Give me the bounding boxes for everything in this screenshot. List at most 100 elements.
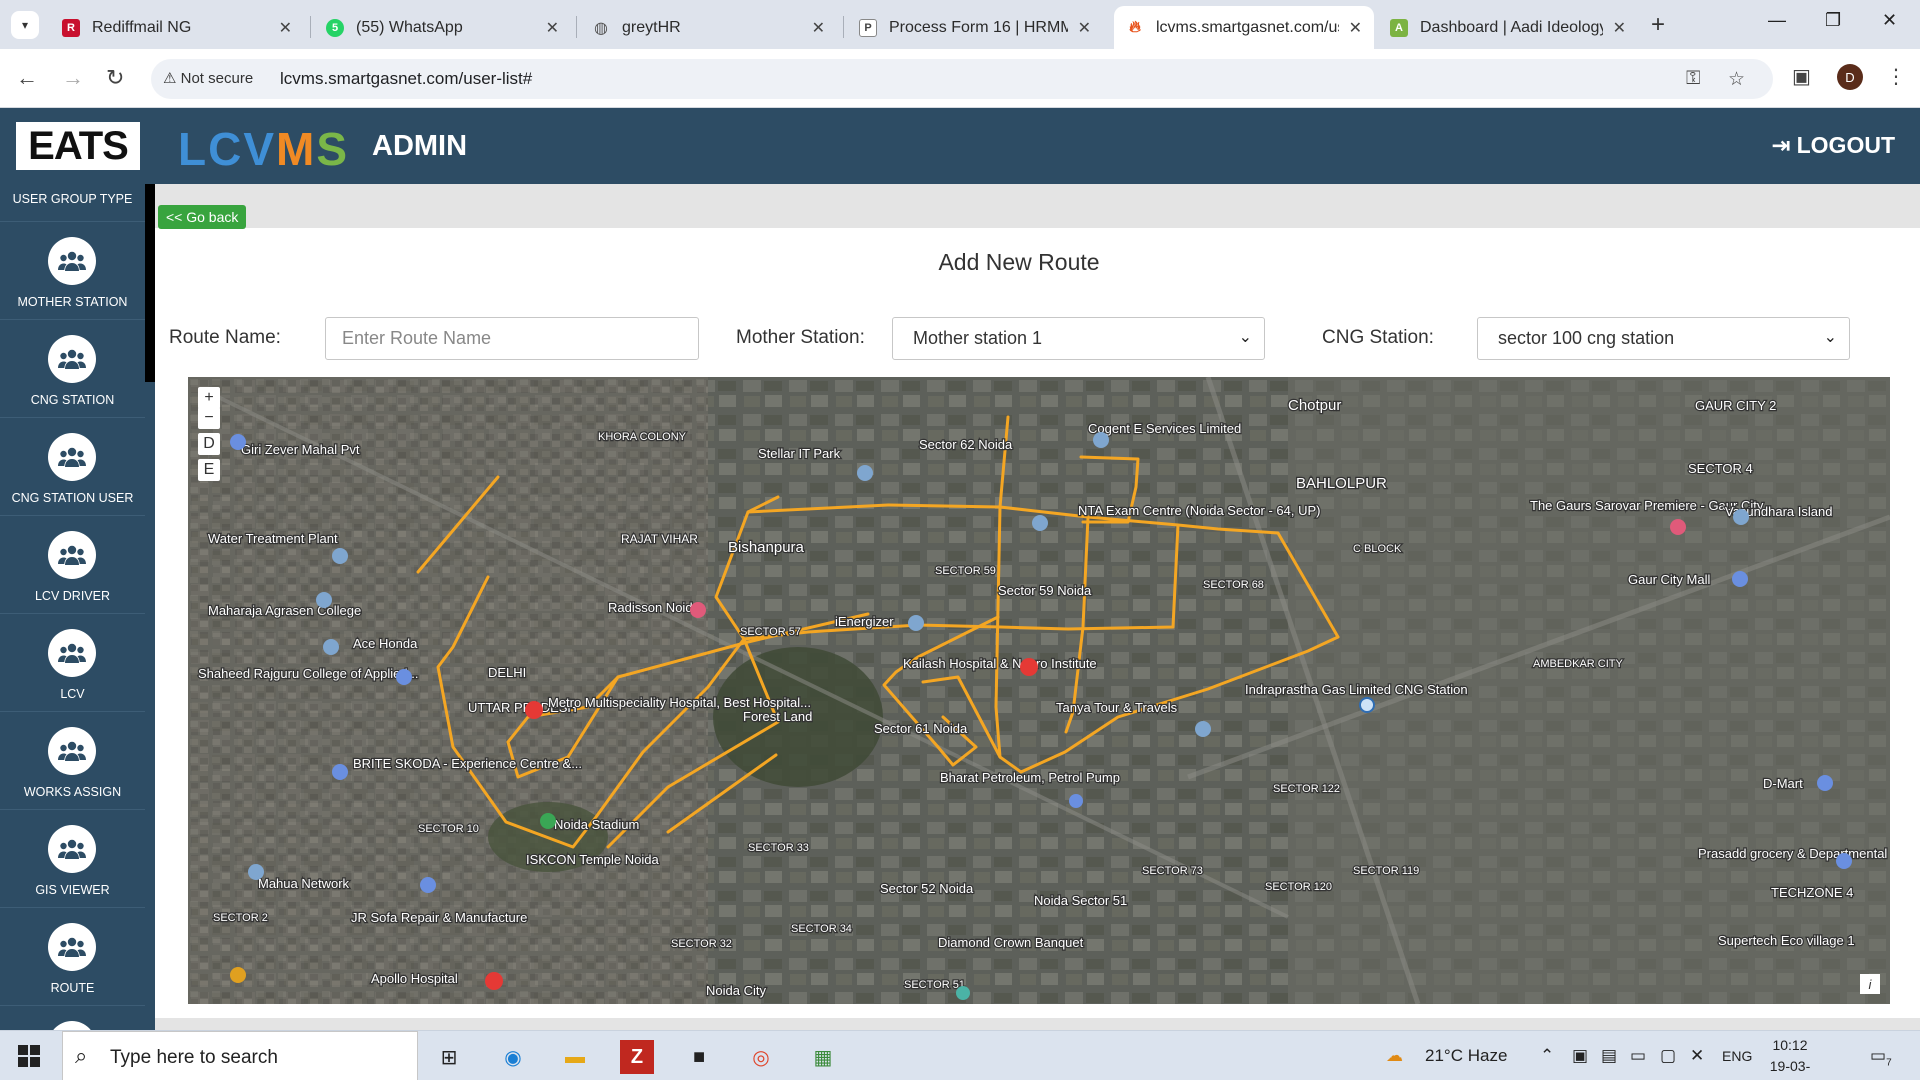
weather-text[interactable]: 21°C Haze — [1425, 1046, 1507, 1066]
file-explorer-icon[interactable]: ▬ — [558, 1040, 592, 1074]
hospital-pin-icon — [485, 972, 503, 990]
zoom-out-button[interactable]: − — [198, 407, 220, 429]
rediffmail-icon: R — [62, 18, 80, 37]
users-group-icon — [48, 237, 96, 285]
go-back-button[interactable]: << Go back — [158, 205, 247, 229]
new-tab-button[interactable]: + — [1651, 11, 1665, 39]
map-label: Prasadd grocery & Departmental Store — [1698, 846, 1890, 861]
route-name-input[interactable] — [325, 317, 699, 360]
sidebar-item-cng-station[interactable]: CNG STATION — [0, 319, 145, 417]
forward-icon[interactable]: → — [62, 65, 84, 91]
notification-count: 7 — [1886, 1057, 1892, 1069]
draw-button[interactable]: D — [198, 433, 220, 455]
globe-icon: ◍ — [594, 19, 608, 37]
profile-avatar[interactable]: D — [1837, 64, 1863, 90]
minimize-icon[interactable]: — — [1768, 10, 1786, 31]
logout-button[interactable]: ⇥ LOGOUT — [1771, 132, 1895, 159]
sticky-notes-icon[interactable]: ■ — [682, 1040, 716, 1074]
bookmark-star-icon[interactable]: ☆ — [1728, 68, 1745, 91]
sidebar-item-cng-station-user[interactable]: CNG STATION USER — [0, 417, 145, 515]
tab-search-button[interactable]: ▾ — [11, 11, 39, 39]
taskbar-clock[interactable]: 10:12 19-03-2024 — [1755, 1035, 1825, 1080]
browser-tab[interactable]: ◍ greytHR ✕ — [580, 6, 837, 49]
side-panel-icon[interactable]: ▣ — [1792, 64, 1811, 89]
reload-icon[interactable]: ↻ — [106, 65, 124, 91]
browser-tab[interactable]: 5 (55) WhatsApp ✕ — [314, 6, 571, 49]
fuel-pin-icon — [1069, 794, 1083, 808]
chevron-down-icon: ⌄ — [1823, 329, 1837, 346]
edit-button[interactable]: E — [198, 459, 220, 481]
sidebar-scroll-thumb[interactable] — [145, 184, 155, 382]
close-tab-icon[interactable]: ✕ — [812, 18, 825, 38]
close-tab-icon[interactable]: ✕ — [279, 18, 292, 38]
show-hidden-icons-icon[interactable]: ⌃ — [1540, 1046, 1554, 1066]
map-label: Noida City — [706, 983, 766, 998]
map-label: GAUR CITY 2 — [1695, 398, 1776, 413]
windows-start-icon[interactable] — [18, 1045, 40, 1072]
map-label: SECTOR 10 — [418, 823, 479, 835]
restore-icon[interactable]: ❐ — [1825, 10, 1841, 31]
browser-menu-icon[interactable]: ⋮ — [1886, 64, 1906, 89]
cng-station-value: sector 100 cng station — [1498, 328, 1675, 348]
map-label: Cogent E Services Limited — [1088, 421, 1241, 436]
browser-tab[interactable]: A Dashboard | Aadi Ideology ✕ — [1378, 6, 1638, 49]
volume-muted-icon[interactable]: ✕ — [1690, 1046, 1704, 1066]
map-label: D-Mart — [1763, 776, 1803, 791]
map-label: Apollo Hospital — [371, 971, 458, 986]
browser-tab-active[interactable]: 🔥︎ lcvms.smartgasnet.com/us ✕ — [1114, 6, 1374, 49]
map-label: SECTOR 68 — [1203, 579, 1264, 591]
weather-icon[interactable]: ☁ — [1386, 1046, 1403, 1066]
sidebar-item-more[interactable] — [0, 1005, 145, 1030]
map-label: SECTOR 59 — [935, 565, 996, 577]
security-indicator[interactable]: ⚠ Not secure — [163, 69, 253, 87]
close-tab-icon[interactable]: ✕ — [1349, 18, 1362, 38]
map-info-button[interactable]: i — [1860, 974, 1880, 994]
filezilla-icon[interactable]: Z — [620, 1040, 654, 1074]
sidebar-item-route[interactable]: ROUTE — [0, 907, 145, 1005]
sidebar-item-lcv[interactable]: LCV — [0, 613, 145, 711]
network-icon[interactable]: ▢ — [1660, 1046, 1676, 1066]
chrome-icon[interactable]: ◎ — [744, 1040, 778, 1074]
password-key-icon[interactable]: ⚿ — [1686, 68, 1700, 90]
close-tab-icon[interactable]: ✕ — [1613, 18, 1626, 38]
browser-tab[interactable]: R Rediffmail NG ✕ — [50, 6, 304, 49]
sidebar-item-works-assign[interactable]: WORKS ASSIGN — [0, 711, 145, 809]
sidebar-item-label: MOTHER STATION — [17, 295, 128, 309]
sidebar-item-gis-viewer[interactable]: GIS VIEWER — [0, 809, 145, 907]
browser-tab[interactable]: P Process Form 16 | HRMMit ✕ — [847, 6, 1103, 49]
tray-app-icon[interactable]: ▤ — [1601, 1046, 1617, 1066]
zoom-in-button[interactable]: + — [198, 387, 220, 409]
map-label: TECHZONE 4 — [1771, 885, 1853, 900]
users-group-icon — [48, 825, 96, 873]
back-icon[interactable]: ← — [16, 65, 38, 91]
tab-title: (55) WhatsApp — [356, 18, 463, 36]
cng-station-marker[interactable] — [1359, 697, 1375, 713]
close-tab-icon[interactable]: ✕ — [1078, 18, 1091, 38]
taskbar-search-placeholder: Type here to search — [110, 1047, 278, 1068]
notifications-icon[interactable]: ▭7 — [1870, 1046, 1892, 1068]
close-window-icon[interactable]: ✕ — [1882, 10, 1897, 31]
route-map[interactable]: Sector 62 Noida Stellar IT Park Cogent E… — [188, 377, 1890, 1004]
map-label: Indraprastha Gas Limited CNG Station — [1245, 682, 1468, 697]
map-canvas[interactable]: Sector 62 Noida Stellar IT Park Cogent E… — [188, 377, 1890, 1004]
cng-station-select[interactable]: sector 100 cng station ⌄ — [1477, 317, 1850, 360]
tray-app-icon[interactable]: ▣ — [1572, 1046, 1588, 1066]
spreadsheet-app-icon[interactable]: ▦ — [806, 1040, 840, 1074]
address-bar[interactable]: ⚠ Not secure lcvms.smartgasnet.com/user-… — [151, 59, 1773, 99]
sidebar-item-lcv-driver[interactable]: LCV DRIVER — [0, 515, 145, 613]
map-label: Chotpur — [1288, 397, 1341, 414]
map-label: AMBEDKAR CITY — [1533, 658, 1624, 670]
language-indicator[interactable]: ENG — [1722, 1048, 1752, 1064]
sidebar-item-mother-station[interactable]: MOTHER STATION — [0, 221, 145, 319]
edge-icon[interactable]: ◉ — [496, 1040, 530, 1074]
main-content: << Go back Add New Route Route Name: Mot… — [155, 184, 1920, 1030]
map-label: SECTOR 4 — [1688, 461, 1753, 476]
taskbar-search-box[interactable]: ⌕ Type here to search — [62, 1031, 418, 1080]
users-group-icon — [48, 727, 96, 775]
close-tab-icon[interactable]: ✕ — [546, 18, 559, 38]
sidebar-scrollbar[interactable] — [145, 184, 155, 1030]
url-text[interactable]: lcvms.smartgasnet.com/user-list# — [280, 69, 532, 89]
mother-station-select[interactable]: Mother station 1 ⌄ — [892, 317, 1265, 360]
task-view-icon[interactable]: ⊞ — [432, 1040, 466, 1074]
battery-icon[interactable]: ▭ — [1630, 1046, 1646, 1066]
